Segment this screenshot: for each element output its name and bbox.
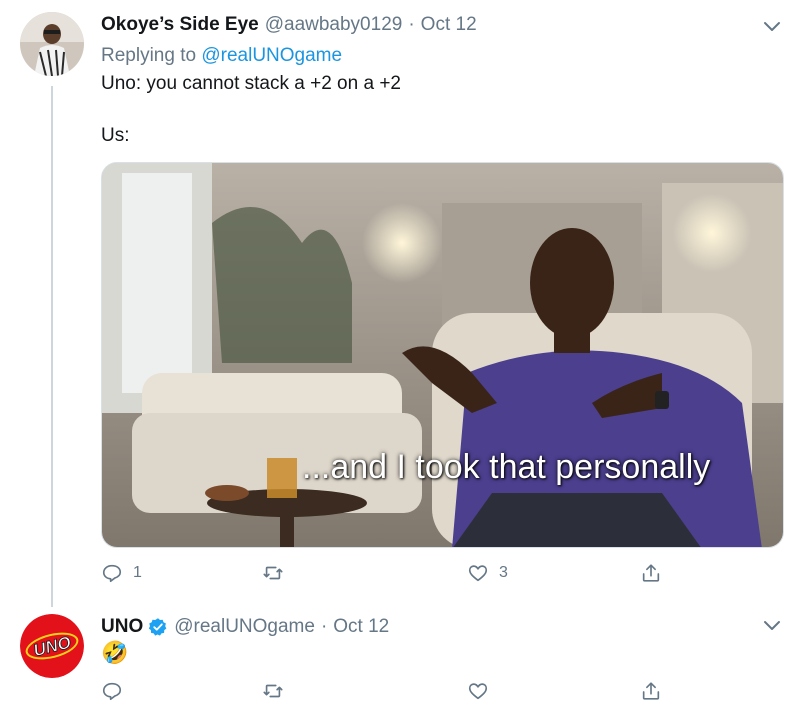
separator-dot: ·: [320, 616, 328, 637]
verified-badge-icon: [148, 617, 168, 637]
media-caption: ...and I took that personally: [302, 448, 711, 486]
tweet-text-line: Uno: you cannot stack a +2 on a +2: [101, 73, 401, 94]
tweet-actions: [101, 680, 684, 706]
share-button[interactable]: [640, 680, 662, 702]
retweet-button[interactable]: [262, 680, 294, 702]
reply-icon: [102, 564, 122, 583]
like-button[interactable]: 3: [467, 562, 508, 584]
share-icon: [642, 682, 660, 700]
share-icon: [642, 564, 660, 582]
tweet-header: Okoye’s Side Eye @aawbaby0129 · Oct 12: [101, 14, 477, 36]
separator-dot: ·: [408, 14, 415, 35]
chevron-down-icon[interactable]: [760, 613, 784, 637]
tweet-text-line: Us:: [101, 125, 130, 146]
reply-button[interactable]: [101, 680, 133, 702]
avatar-okoye[interactable]: [20, 12, 84, 76]
retweet-button[interactable]: [262, 562, 294, 584]
replying-to: Replying to @realUNOgame: [101, 45, 342, 67]
avatar-uno[interactable]: UNO: [20, 614, 84, 678]
thread-line: [51, 86, 53, 607]
user-handle[interactable]: @realUNOgame: [174, 616, 315, 638]
replying-to-link[interactable]: @realUNOgame: [201, 45, 342, 66]
chevron-down-icon[interactable]: [760, 14, 784, 38]
like-icon: [468, 565, 488, 582]
replying-prefix: Replying to: [101, 45, 197, 66]
retweet-icon: [263, 566, 283, 580]
like-count: 3: [499, 564, 508, 581]
share-button[interactable]: [640, 562, 662, 584]
like-icon: [468, 683, 488, 700]
reply-icon: [102, 682, 122, 701]
retweet-icon: [263, 684, 283, 698]
tweet-text-emoji: 🤣: [101, 640, 129, 665]
display-name[interactable]: UNO: [101, 616, 143, 638]
tweet-date[interactable]: Oct 12: [421, 14, 477, 36]
tweet-date[interactable]: Oct 12: [333, 616, 389, 638]
tweet-actions: 1 3: [101, 562, 684, 588]
user-handle[interactable]: @aawbaby0129: [265, 14, 403, 36]
display-name[interactable]: Okoye’s Side Eye: [101, 14, 259, 36]
like-button[interactable]: [467, 680, 499, 702]
reply-count: 1: [133, 564, 142, 581]
tweet-header: UNO @realUNOgame · Oct 12: [101, 616, 389, 638]
tweet-okoye[interactable]: Okoye’s Side Eye @aawbaby0129 · Oct 12 R…: [0, 0, 804, 607]
tweet-media-image[interactable]: ...and I took that personally: [101, 162, 784, 548]
reply-button[interactable]: 1: [101, 562, 142, 584]
